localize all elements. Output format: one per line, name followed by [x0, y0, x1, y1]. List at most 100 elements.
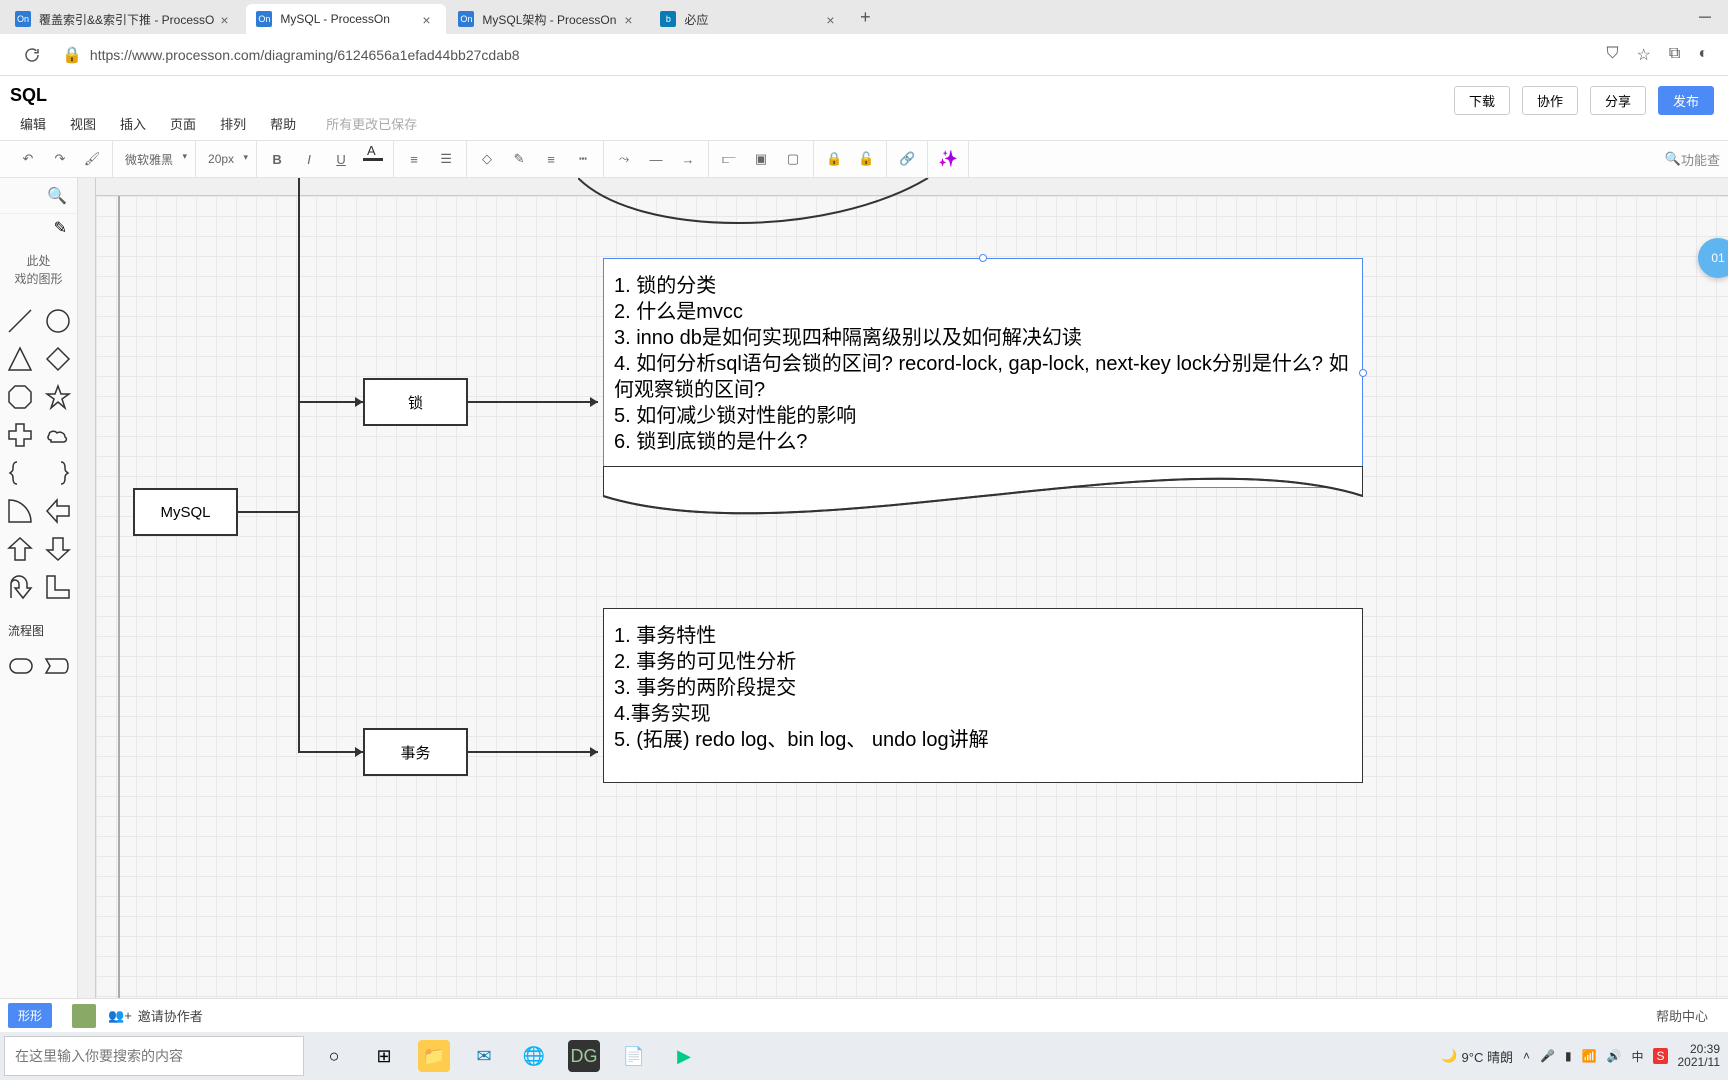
- chevron-up-icon[interactable]: ˄: [1523, 1049, 1530, 1063]
- magic-button[interactable]: ✨: [936, 147, 960, 171]
- node-transaction[interactable]: 事务: [363, 728, 468, 776]
- reading-list-icon[interactable]: ⛉: [1607, 45, 1619, 65]
- bracket-right-icon[interactable]: [45, 460, 71, 486]
- triangle-shape-icon[interactable]: [7, 346, 33, 372]
- menu-help[interactable]: 帮助: [258, 114, 308, 133]
- node-lock[interactable]: 锁: [363, 378, 468, 426]
- explorer-icon[interactable]: 📁: [418, 1040, 450, 1072]
- ime-icon[interactable]: 中: [1631, 1048, 1643, 1065]
- panel-edit-icon[interactable]: ✎: [54, 218, 67, 238]
- menu-insert[interactable]: 插入: [108, 114, 158, 133]
- menu-view[interactable]: 视图: [58, 114, 108, 133]
- menu-page[interactable]: 页面: [158, 114, 208, 133]
- clock[interactable]: 20:39 2021/11: [1678, 1043, 1721, 1069]
- menu-edit[interactable]: 编辑: [8, 114, 58, 133]
- doc-title[interactable]: SQL: [6, 85, 47, 106]
- browser-tab[interactable]: On MySQL架构 - ProcessOn ×: [448, 4, 648, 34]
- browser-tab[interactable]: b 必应 ×: [650, 4, 850, 34]
- new-tab-button[interactable]: +: [851, 3, 879, 31]
- edge-icon[interactable]: 🌐: [518, 1040, 550, 1072]
- diamond-shape-icon[interactable]: [45, 346, 71, 372]
- font-size-select[interactable]: 20px: [204, 150, 248, 168]
- arrow-up-shape-icon[interactable]: [7, 536, 33, 562]
- windows-search-input[interactable]: 在这里输入你要搜索的内容: [4, 1036, 304, 1076]
- collab-button[interactable]: 协作: [1522, 86, 1578, 115]
- textbox-lock-topics[interactable]: 1. 锁的分类 2. 什么是mvcc 3. inno db是如何实现四种隔离级别…: [603, 258, 1363, 488]
- line-width-button[interactable]: ≡: [539, 147, 563, 171]
- undo-button[interactable]: ↶: [16, 147, 40, 171]
- link-button[interactable]: 🔗: [895, 147, 919, 171]
- toolbar-search[interactable]: 🔍 功能查: [1665, 150, 1720, 169]
- align-left-button[interactable]: ⫍: [717, 147, 741, 171]
- circle-shape-icon[interactable]: [45, 308, 71, 334]
- textbox-tx-topics[interactable]: 1. 事务特性 2. 事务的可见性分析 3. 事务的两阶段提交 4.事务实现 5…: [603, 608, 1363, 783]
- bring-front-button[interactable]: ▣: [749, 147, 773, 171]
- send-back-button[interactable]: ▢: [781, 147, 805, 171]
- close-icon[interactable]: ×: [422, 12, 436, 26]
- browser-tab[interactable]: On 覆盖索引&&索引下推 - ProcessO ×: [5, 4, 244, 34]
- help-center-link[interactable]: 帮助中心: [1656, 1006, 1720, 1025]
- lock-button[interactable]: 🔒: [822, 147, 846, 171]
- download-button[interactable]: 下载: [1454, 86, 1510, 115]
- uturn-shape-icon[interactable]: [7, 574, 33, 600]
- align-button[interactable]: ≡: [402, 147, 426, 171]
- corner-shape-icon[interactable]: [45, 574, 71, 600]
- battery-icon[interactable]: ▮: [1565, 1049, 1572, 1063]
- sector-shape-icon[interactable]: [7, 498, 33, 524]
- list-button[interactable]: ☰: [434, 147, 458, 171]
- url-text[interactable]: https://www.processon.com/diagraming/612…: [90, 47, 1607, 63]
- panel-search-icon[interactable]: 🔍: [47, 186, 67, 206]
- bold-button[interactable]: B: [265, 147, 289, 171]
- cortana-icon[interactable]: ○: [318, 1040, 350, 1072]
- connector-type-button[interactable]: ⤳: [612, 147, 636, 171]
- collections-icon[interactable]: ⧉: [1669, 45, 1680, 65]
- cross-shape-icon[interactable]: [7, 422, 33, 448]
- shapes-button[interactable]: 形形: [8, 1003, 52, 1028]
- italic-button[interactable]: I: [297, 147, 321, 171]
- text-color-button[interactable]: [361, 147, 385, 171]
- underline-button[interactable]: U: [329, 147, 353, 171]
- publish-button[interactable]: 发布: [1658, 86, 1714, 115]
- terminator-shape-icon[interactable]: [8, 653, 34, 679]
- task-view-icon[interactable]: ⊞: [368, 1040, 400, 1072]
- reload-button[interactable]: [16, 39, 48, 71]
- star-shape-icon[interactable]: [45, 384, 71, 410]
- octagon-shape-icon[interactable]: [7, 384, 33, 410]
- selection-handle[interactable]: [1359, 369, 1367, 377]
- wifi-icon[interactable]: 📶: [1582, 1049, 1597, 1063]
- datagrip-icon[interactable]: DG: [568, 1040, 600, 1072]
- cloud-shape-icon[interactable]: [45, 422, 71, 448]
- fill-color-button[interactable]: ◇: [475, 147, 499, 171]
- arrow-down-shape-icon[interactable]: [45, 536, 71, 562]
- unlock-button[interactable]: 🔓: [854, 147, 878, 171]
- weather-widget[interactable]: 🌙 9°C 晴朗: [1441, 1047, 1513, 1066]
- microphone-icon[interactable]: 🎤: [1540, 1049, 1555, 1063]
- notepad-icon[interactable]: 📄: [618, 1040, 650, 1072]
- mail-icon[interactable]: ✉: [468, 1040, 500, 1072]
- browser-tab-active[interactable]: On MySQL - ProcessOn ×: [246, 4, 446, 34]
- font-family-select[interactable]: 微软雅黑: [121, 149, 187, 170]
- close-icon[interactable]: ×: [220, 12, 234, 26]
- node-mysql[interactable]: MySQL: [133, 488, 238, 536]
- profile-icon[interactable]: ◐: [1698, 45, 1708, 65]
- menu-arrange[interactable]: 排列: [208, 114, 258, 133]
- line-shape-icon[interactable]: [7, 308, 33, 334]
- line-end-button[interactable]: →: [676, 147, 700, 171]
- display-shape-icon[interactable]: [44, 653, 70, 679]
- line-style-button[interactable]: ┅: [571, 147, 595, 171]
- volume-icon[interactable]: 🔊: [1607, 1049, 1622, 1063]
- selection-handle[interactable]: [979, 254, 987, 262]
- media-icon[interactable]: ▶: [668, 1040, 700, 1072]
- sogou-icon[interactable]: S: [1653, 1048, 1667, 1064]
- share-button[interactable]: 分享: [1590, 86, 1646, 115]
- bracket-left-icon[interactable]: [7, 460, 33, 486]
- redo-button[interactable]: ↷: [48, 147, 72, 171]
- line-color-button[interactable]: ✎: [507, 147, 531, 171]
- invite-button[interactable]: 👥+ 邀请协作者: [108, 1006, 203, 1025]
- format-painter-button[interactable]: 🖌: [80, 147, 104, 171]
- user-avatar[interactable]: [72, 1004, 96, 1028]
- minimize-button[interactable]: —: [1682, 0, 1728, 32]
- close-icon[interactable]: ×: [624, 12, 638, 26]
- line-arrow-button[interactable]: —: [644, 147, 668, 171]
- arrow-left-shape-icon[interactable]: [45, 498, 71, 524]
